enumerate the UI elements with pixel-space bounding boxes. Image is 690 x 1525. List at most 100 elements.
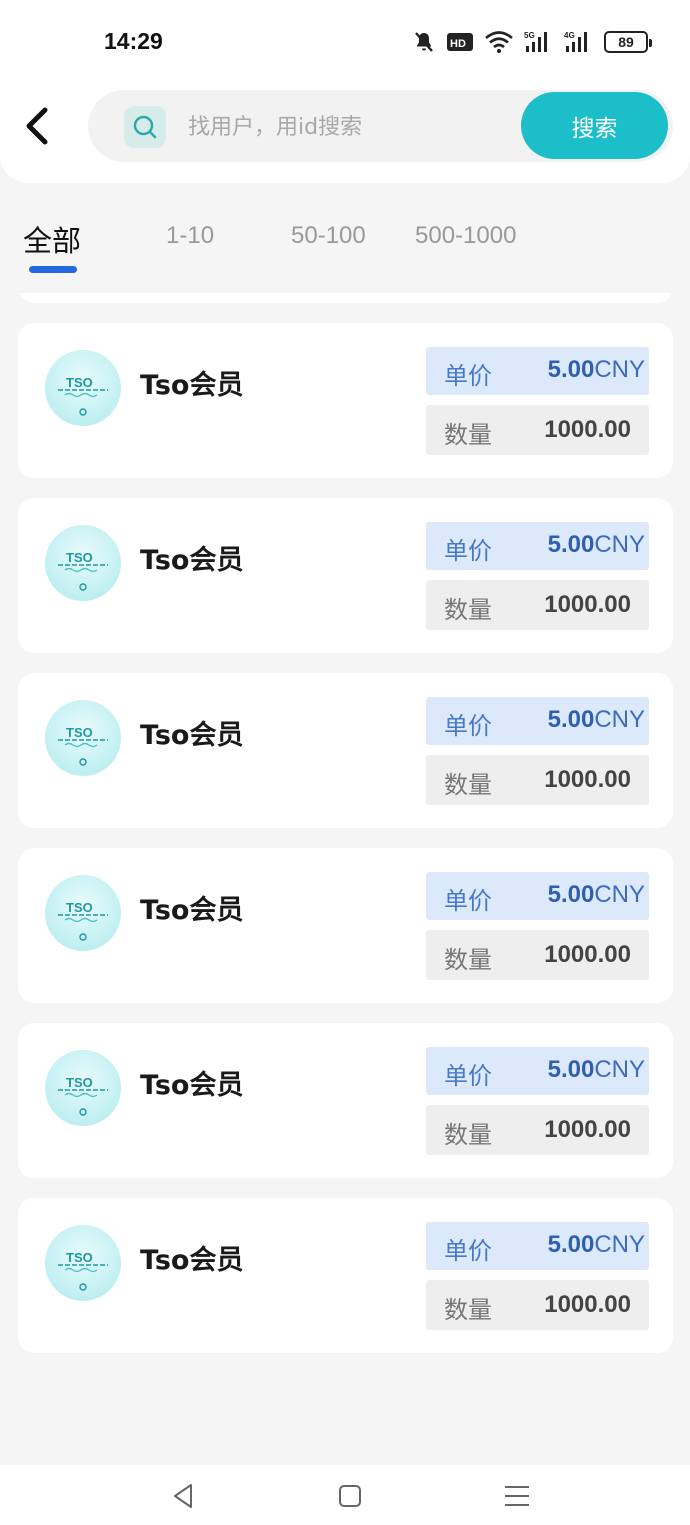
price-currency: CNY bbox=[594, 706, 645, 733]
svg-text:TSO: TSO bbox=[66, 725, 93, 740]
quantity-value: 1000.00 bbox=[544, 1291, 631, 1318]
price-number: 5.00 bbox=[547, 356, 595, 383]
unit-price-label: 单价 bbox=[444, 712, 492, 740]
unit-price-value: 5.00CNY bbox=[548, 706, 645, 734]
svg-text:5G: 5G bbox=[524, 31, 535, 40]
unit-price-label: 单价 bbox=[444, 887, 492, 915]
member-name: Tso会员 bbox=[140, 545, 244, 576]
menu-lines-icon[interactable] bbox=[500, 1479, 534, 1513]
quantity-label: 数量 bbox=[444, 596, 492, 624]
quantity-label: 数量 bbox=[444, 1121, 492, 1149]
svg-text:HD: HD bbox=[450, 38, 466, 50]
price-currency: CNY bbox=[594, 1056, 645, 1083]
unit-price-value: 5.00CNY bbox=[548, 1231, 645, 1259]
quantity-value: 1000.00 bbox=[544, 416, 631, 443]
unit-price-label: 单价 bbox=[444, 362, 492, 390]
member-name: Tso会员 bbox=[140, 895, 244, 926]
unit-price-box: 单价 5.00CNY bbox=[426, 1047, 649, 1095]
unit-price-value: 5.00CNY bbox=[548, 881, 645, 909]
quantity-box: 数量 1000.00 bbox=[426, 755, 649, 805]
quantity-value: 1000.00 bbox=[544, 1116, 631, 1143]
quantity-value: 1000.00 bbox=[544, 591, 631, 618]
chevron-left-icon bbox=[26, 107, 48, 145]
member-avatar: TSO bbox=[45, 700, 121, 776]
back-button[interactable] bbox=[14, 100, 58, 152]
search-input[interactable] bbox=[188, 108, 508, 146]
unit-price-label: 单价 bbox=[444, 537, 492, 565]
member-name: Tso会员 bbox=[140, 370, 244, 401]
unit-price-box: 单价 5.00CNY bbox=[426, 872, 649, 920]
list-item[interactable]: TSO Tso会员 单价 5.00CNY 数量 1000.00 bbox=[18, 848, 673, 1003]
quantity-label: 数量 bbox=[444, 946, 492, 974]
home-square-icon[interactable] bbox=[333, 1479, 367, 1513]
price-number: 5.00 bbox=[547, 881, 595, 908]
tso-logo-icon: TSO bbox=[58, 725, 108, 766]
battery-icon: 89 bbox=[604, 31, 652, 53]
5g-signal-icon: 5G bbox=[524, 30, 554, 54]
member-avatar: TSO bbox=[45, 1050, 121, 1126]
unit-price-box: 单价 5.00CNY bbox=[426, 1222, 649, 1270]
tab-500-1000[interactable]: 500-1000 bbox=[415, 222, 516, 250]
quantity-value: 1000.00 bbox=[544, 766, 631, 793]
svg-text:TSO: TSO bbox=[66, 375, 93, 390]
quantity-box: 数量 1000.00 bbox=[426, 405, 649, 455]
price-currency: CNY bbox=[594, 531, 645, 558]
tso-logo-icon: TSO bbox=[58, 375, 108, 416]
tab-1-10[interactable]: 1-10 bbox=[166, 222, 214, 250]
price-currency: CNY bbox=[594, 356, 645, 383]
member-name: Tso会员 bbox=[140, 1070, 244, 1101]
list-item[interactable]: TSO Tso会员 单价 5.00CNY 数量 1000.00 bbox=[18, 293, 673, 303]
quantity-box: 数量 1000.00 bbox=[426, 1280, 649, 1330]
price-currency: CNY bbox=[594, 881, 645, 908]
tab-all[interactable]: 全部 bbox=[23, 218, 81, 260]
quantity-label: 数量 bbox=[444, 421, 492, 449]
unit-price-box: 单价 5.00CNY bbox=[426, 697, 649, 745]
quantity-box: 数量 1000.00 bbox=[426, 580, 649, 630]
quantity-box: 数量 1000.00 bbox=[426, 930, 649, 980]
member-avatar: TSO bbox=[45, 525, 121, 601]
4g-signal-icon: 4G bbox=[564, 30, 594, 54]
tso-logo-icon: TSO bbox=[58, 1250, 108, 1291]
status-time: 14:29 bbox=[104, 28, 163, 54]
tso-logo-icon: TSO bbox=[58, 900, 108, 941]
svg-text:TSO: TSO bbox=[66, 1075, 93, 1090]
battery-level: 89 bbox=[618, 34, 634, 50]
status-icons: HD 5G 4G 89 bbox=[412, 28, 652, 56]
member-avatar: TSO bbox=[45, 875, 121, 951]
mute-icon bbox=[412, 30, 436, 54]
list-item[interactable]: TSO Tso会员 单价 5.00CNY 数量 1000.00 bbox=[18, 1023, 673, 1178]
unit-price-label: 单价 bbox=[444, 1062, 492, 1090]
search-button[interactable]: 搜索 bbox=[521, 92, 668, 159]
wifi-icon bbox=[484, 30, 514, 54]
list-item[interactable]: TSO Tso会员 单价 5.00CNY 数量 1000.00 bbox=[18, 323, 673, 478]
unit-price-value: 5.00CNY bbox=[548, 356, 645, 384]
unit-price-box: 单价 5.00CNY bbox=[426, 347, 649, 395]
price-number: 5.00 bbox=[547, 1231, 595, 1258]
quantity-label: 数量 bbox=[444, 771, 492, 799]
unit-price-value: 5.00CNY bbox=[548, 531, 645, 559]
svg-text:TSO: TSO bbox=[66, 1250, 93, 1265]
list-item[interactable]: TSO Tso会员 单价 5.00CNY 数量 1000.00 bbox=[18, 673, 673, 828]
list-item[interactable]: TSO Tso会员 单价 5.00CNY 数量 1000.00 bbox=[18, 498, 673, 653]
unit-price-value: 5.00CNY bbox=[548, 1056, 645, 1084]
quantity-label: 数量 bbox=[444, 1296, 492, 1324]
tso-logo-icon: TSO bbox=[58, 1075, 108, 1116]
member-avatar: TSO bbox=[45, 350, 121, 426]
search-icon bbox=[124, 106, 166, 148]
member-avatar: TSO bbox=[45, 1225, 121, 1301]
quantity-value: 1000.00 bbox=[544, 941, 631, 968]
member-list-viewport[interactable]: TSO Tso会员 单价 5.00CNY 数量 1000.00 TSO bbox=[0, 293, 690, 1465]
system-nav-bar bbox=[0, 1465, 690, 1525]
list-item[interactable]: TSO Tso会员 单价 5.00CNY 数量 1000.00 bbox=[18, 1198, 673, 1353]
svg-text:TSO: TSO bbox=[66, 900, 93, 915]
tab-50-100[interactable]: 50-100 bbox=[291, 222, 366, 250]
price-number: 5.00 bbox=[547, 531, 595, 558]
unit-price-label: 单价 bbox=[444, 1237, 492, 1265]
back-triangle-icon[interactable] bbox=[167, 1479, 201, 1513]
member-name: Tso会员 bbox=[140, 720, 244, 751]
tso-logo-icon: TSO bbox=[58, 550, 108, 591]
unit-price-box: 单价 5.00CNY bbox=[426, 522, 649, 570]
status-bar: 14:29 HD 5G 4G 89 bbox=[0, 0, 690, 84]
active-tab-indicator bbox=[29, 266, 77, 273]
member-name: Tso会员 bbox=[140, 1245, 244, 1276]
